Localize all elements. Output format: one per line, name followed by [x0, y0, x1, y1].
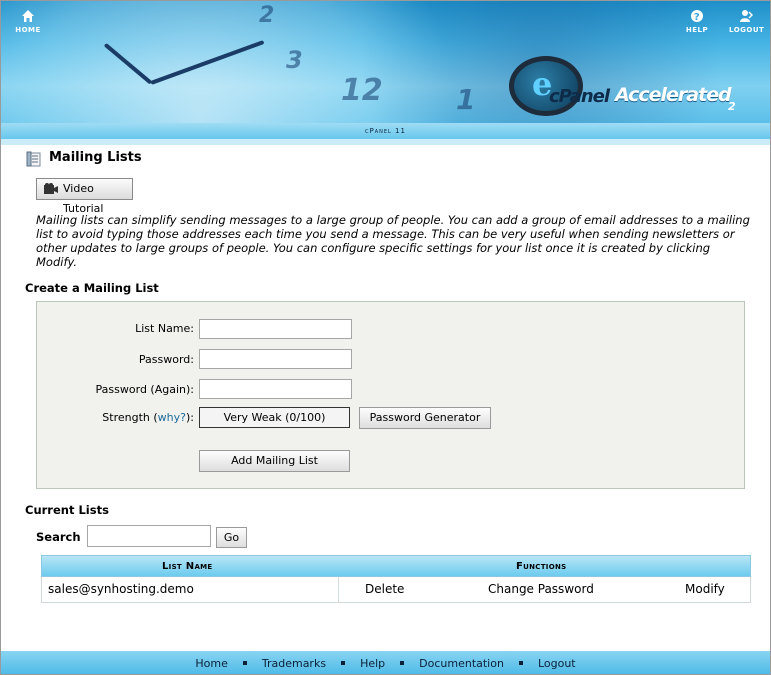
strength-label-prefix: Strength (	[102, 411, 158, 424]
clock-number: 2	[259, 3, 275, 28]
current-lists-heading: Current Lists	[25, 503, 109, 517]
strength-why-link[interactable]: why?	[158, 411, 186, 424]
column-header-functions: Functions	[516, 561, 567, 572]
clock-number: 1	[456, 83, 476, 116]
list-name-input[interactable]	[199, 319, 352, 339]
footer-separator	[400, 661, 405, 665]
page-title: Mailing Lists	[49, 150, 142, 165]
home-nav[interactable]: HOME	[15, 9, 41, 34]
help-label: HELP	[685, 26, 709, 34]
video-tutorial-button[interactable]: Video Tutorial	[36, 178, 133, 215]
create-section-heading: Create a Mailing List	[25, 281, 159, 295]
home-label: HOME	[15, 26, 41, 34]
logout-label: LOGOUT	[729, 26, 765, 34]
clock-number: 12	[341, 73, 383, 108]
list-name-cell: sales@synhosting.demo	[48, 582, 194, 596]
home-icon	[22, 10, 34, 22]
lists-table-header: List Name Functions	[41, 555, 751, 577]
help-icon: ?	[691, 10, 703, 23]
footer-documentation-link[interactable]: Documentation	[419, 657, 504, 670]
cell-divider	[338, 577, 339, 602]
delete-link[interactable]: Delete	[365, 577, 404, 602]
footer-links: Home Trademarks Help Documentation Logout	[1, 657, 770, 670]
search-label: Search	[36, 530, 81, 544]
video-tutorial-label: Video Tutorial	[63, 182, 104, 215]
logo-version: 2	[728, 100, 736, 113]
footer-trademarks-link[interactable]: Trademarks	[262, 657, 326, 670]
browser-frame: 2 3 12 1 HOME ? HELP LOGOUT e cPanel Acc…	[0, 0, 771, 675]
logo-product: Accelerated	[615, 84, 732, 106]
footer-separator	[341, 661, 346, 665]
password-label: Password:	[138, 353, 194, 366]
add-mailing-list-button[interactable]: Add Mailing List	[199, 450, 350, 472]
mailing-list-icon	[26, 151, 41, 167]
video-camera-icon	[44, 183, 58, 194]
password-again-input[interactable]	[199, 379, 352, 399]
column-header-list-name: List Name	[162, 561, 213, 572]
password-generator-button[interactable]: Password Generator	[359, 407, 491, 429]
footer-help-link[interactable]: Help	[360, 657, 385, 670]
clock-number: 3	[286, 46, 303, 74]
strength-label: Strength (why?):	[102, 411, 194, 424]
password-strength-meter: Very Weak (0/100)	[199, 407, 350, 428]
logout-nav[interactable]: LOGOUT	[729, 9, 765, 34]
table-row: sales@synhosting.demo Delete Change Pass…	[41, 577, 751, 603]
page-description: Mailing lists can simplify sending messa…	[36, 213, 750, 269]
footer-separator	[518, 661, 523, 665]
strength-label-suffix: ):	[186, 411, 194, 424]
version-text: cPanel 11	[365, 127, 406, 135]
modify-link[interactable]: Modify	[685, 577, 725, 602]
help-nav[interactable]: ? HELP	[685, 9, 709, 34]
change-password-link[interactable]: Change Password	[488, 577, 594, 602]
logo-brand: cPanel	[549, 86, 610, 107]
svg-text:?: ?	[694, 12, 700, 23]
footer-home-link[interactable]: Home	[195, 657, 227, 670]
password-again-label: Password (Again):	[95, 383, 194, 396]
header-banner: 2 3 12 1 HOME ? HELP LOGOUT e cPanel Acc…	[1, 1, 770, 123]
go-button[interactable]: Go	[216, 527, 247, 548]
search-input[interactable]	[87, 525, 211, 547]
logout-icon	[740, 10, 753, 22]
password-input[interactable]	[199, 349, 352, 369]
footer-logout-link[interactable]: Logout	[538, 657, 576, 670]
footer-separator	[242, 661, 247, 665]
cpanel-logo: e cPanel Accelerated 2	[509, 56, 759, 116]
version-bar: cPanel 11	[1, 123, 770, 139]
version-bar-strip	[1, 139, 770, 145]
list-name-label: List Name:	[135, 322, 194, 335]
